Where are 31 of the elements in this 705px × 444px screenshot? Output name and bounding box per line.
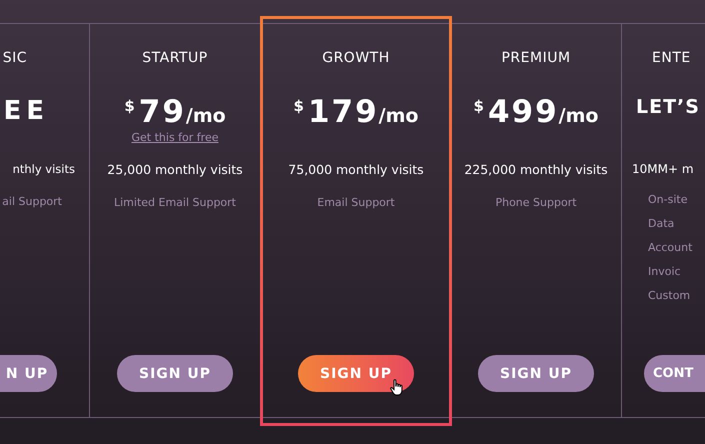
visits-text: 75,000 monthly visits [288,162,424,177]
feature-text: Email Support [317,196,395,209]
plan-price: $79/mo [124,94,226,130]
feature-text: Limited Email Support [114,196,236,209]
sign-up-button[interactable]: SIGN UP [298,355,414,392]
plan-name: STARTUP [142,50,208,68]
plan-name: SIC [2,50,27,68]
sign-up-button[interactable]: CONT [644,355,705,392]
sign-up-button[interactable]: N UP [0,355,57,392]
free-link[interactable]: Get this for free [132,131,218,144]
sign-up-button[interactable]: SIGN UP [478,355,594,392]
plan-name: PREMIUM [501,50,571,68]
hand-cursor-icon [390,379,404,396]
sign-up-button[interactable]: SIGN UP [117,355,233,392]
plan-name: ENTE [652,50,691,68]
visits-text: 225,000 monthly visits [464,162,608,177]
plan-name: GROWTH [322,50,390,68]
feature-text: Account [648,241,692,254]
visits-text: nthly visits [12,162,75,176]
feature-text: Phone Support [495,196,577,209]
plan-price: $179/mo [294,94,418,130]
plan-price: $499/mo [474,94,598,130]
visits-text: 25,000 monthly visits [107,162,243,177]
feature-text: Invoic [648,265,681,278]
plan-price: LET’S [636,96,700,118]
feature-text: Custom [648,289,690,302]
feature-text: ail Support [2,195,62,208]
plan-price: EE [3,96,49,126]
visits-text: 10MM+ m [632,162,694,176]
feature-text: On-site [648,193,688,206]
feature-text: Data [648,217,674,230]
